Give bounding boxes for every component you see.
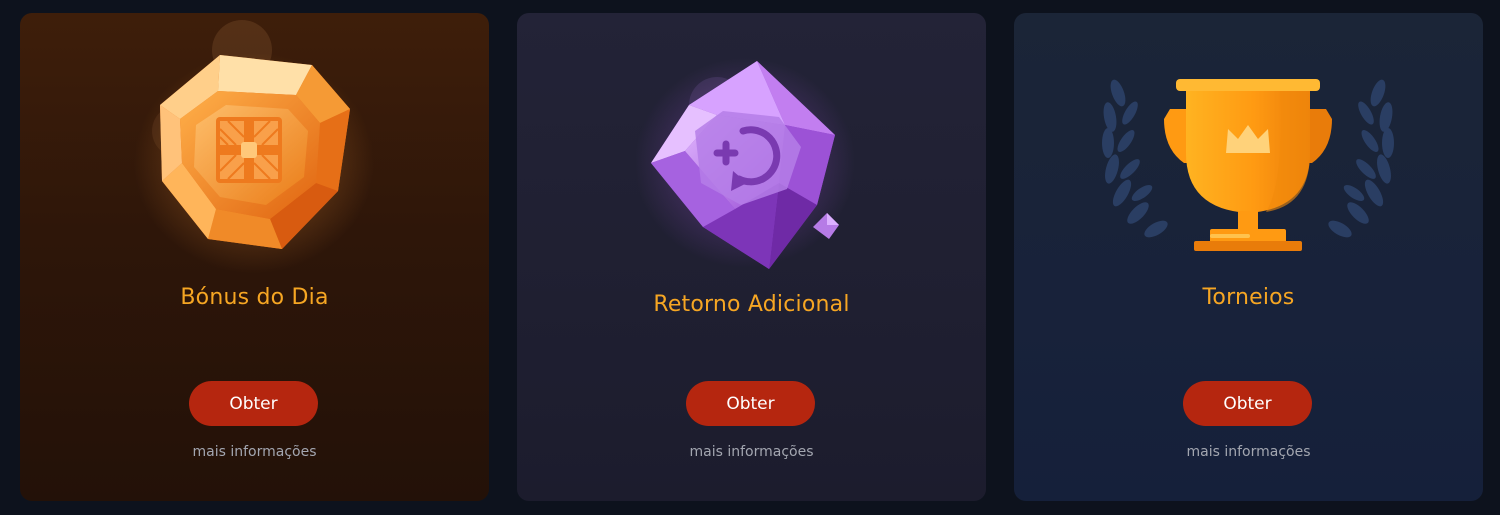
promotions-section: Bónus do Dia Obter mais informações Reto… (0, 0, 1500, 515)
trophy-laurel-icon (1014, 13, 1483, 283)
tournaments-card: Torneios Obter mais informações (1014, 13, 1483, 501)
more-info-link[interactable]: mais informações (1014, 444, 1483, 460)
card-title: Retorno Adicional (653, 292, 850, 317)
purple-crystal-cashback-icon (517, 13, 986, 283)
card-title: Bónus do Dia (180, 285, 329, 310)
daily-bonus-card: Bónus do Dia Obter mais informações (20, 13, 489, 501)
more-info-link[interactable]: mais informações (517, 444, 986, 460)
orange-gem-gift-icon (20, 13, 489, 283)
obter-button[interactable]: Obter (686, 381, 815, 426)
cashback-card: Retorno Adicional Obter mais informações (517, 13, 986, 501)
obter-button[interactable]: Obter (1183, 381, 1312, 426)
more-info-link[interactable]: mais informações (20, 444, 489, 460)
obter-button[interactable]: Obter (189, 381, 318, 426)
card-title: Torneios (1202, 285, 1295, 310)
